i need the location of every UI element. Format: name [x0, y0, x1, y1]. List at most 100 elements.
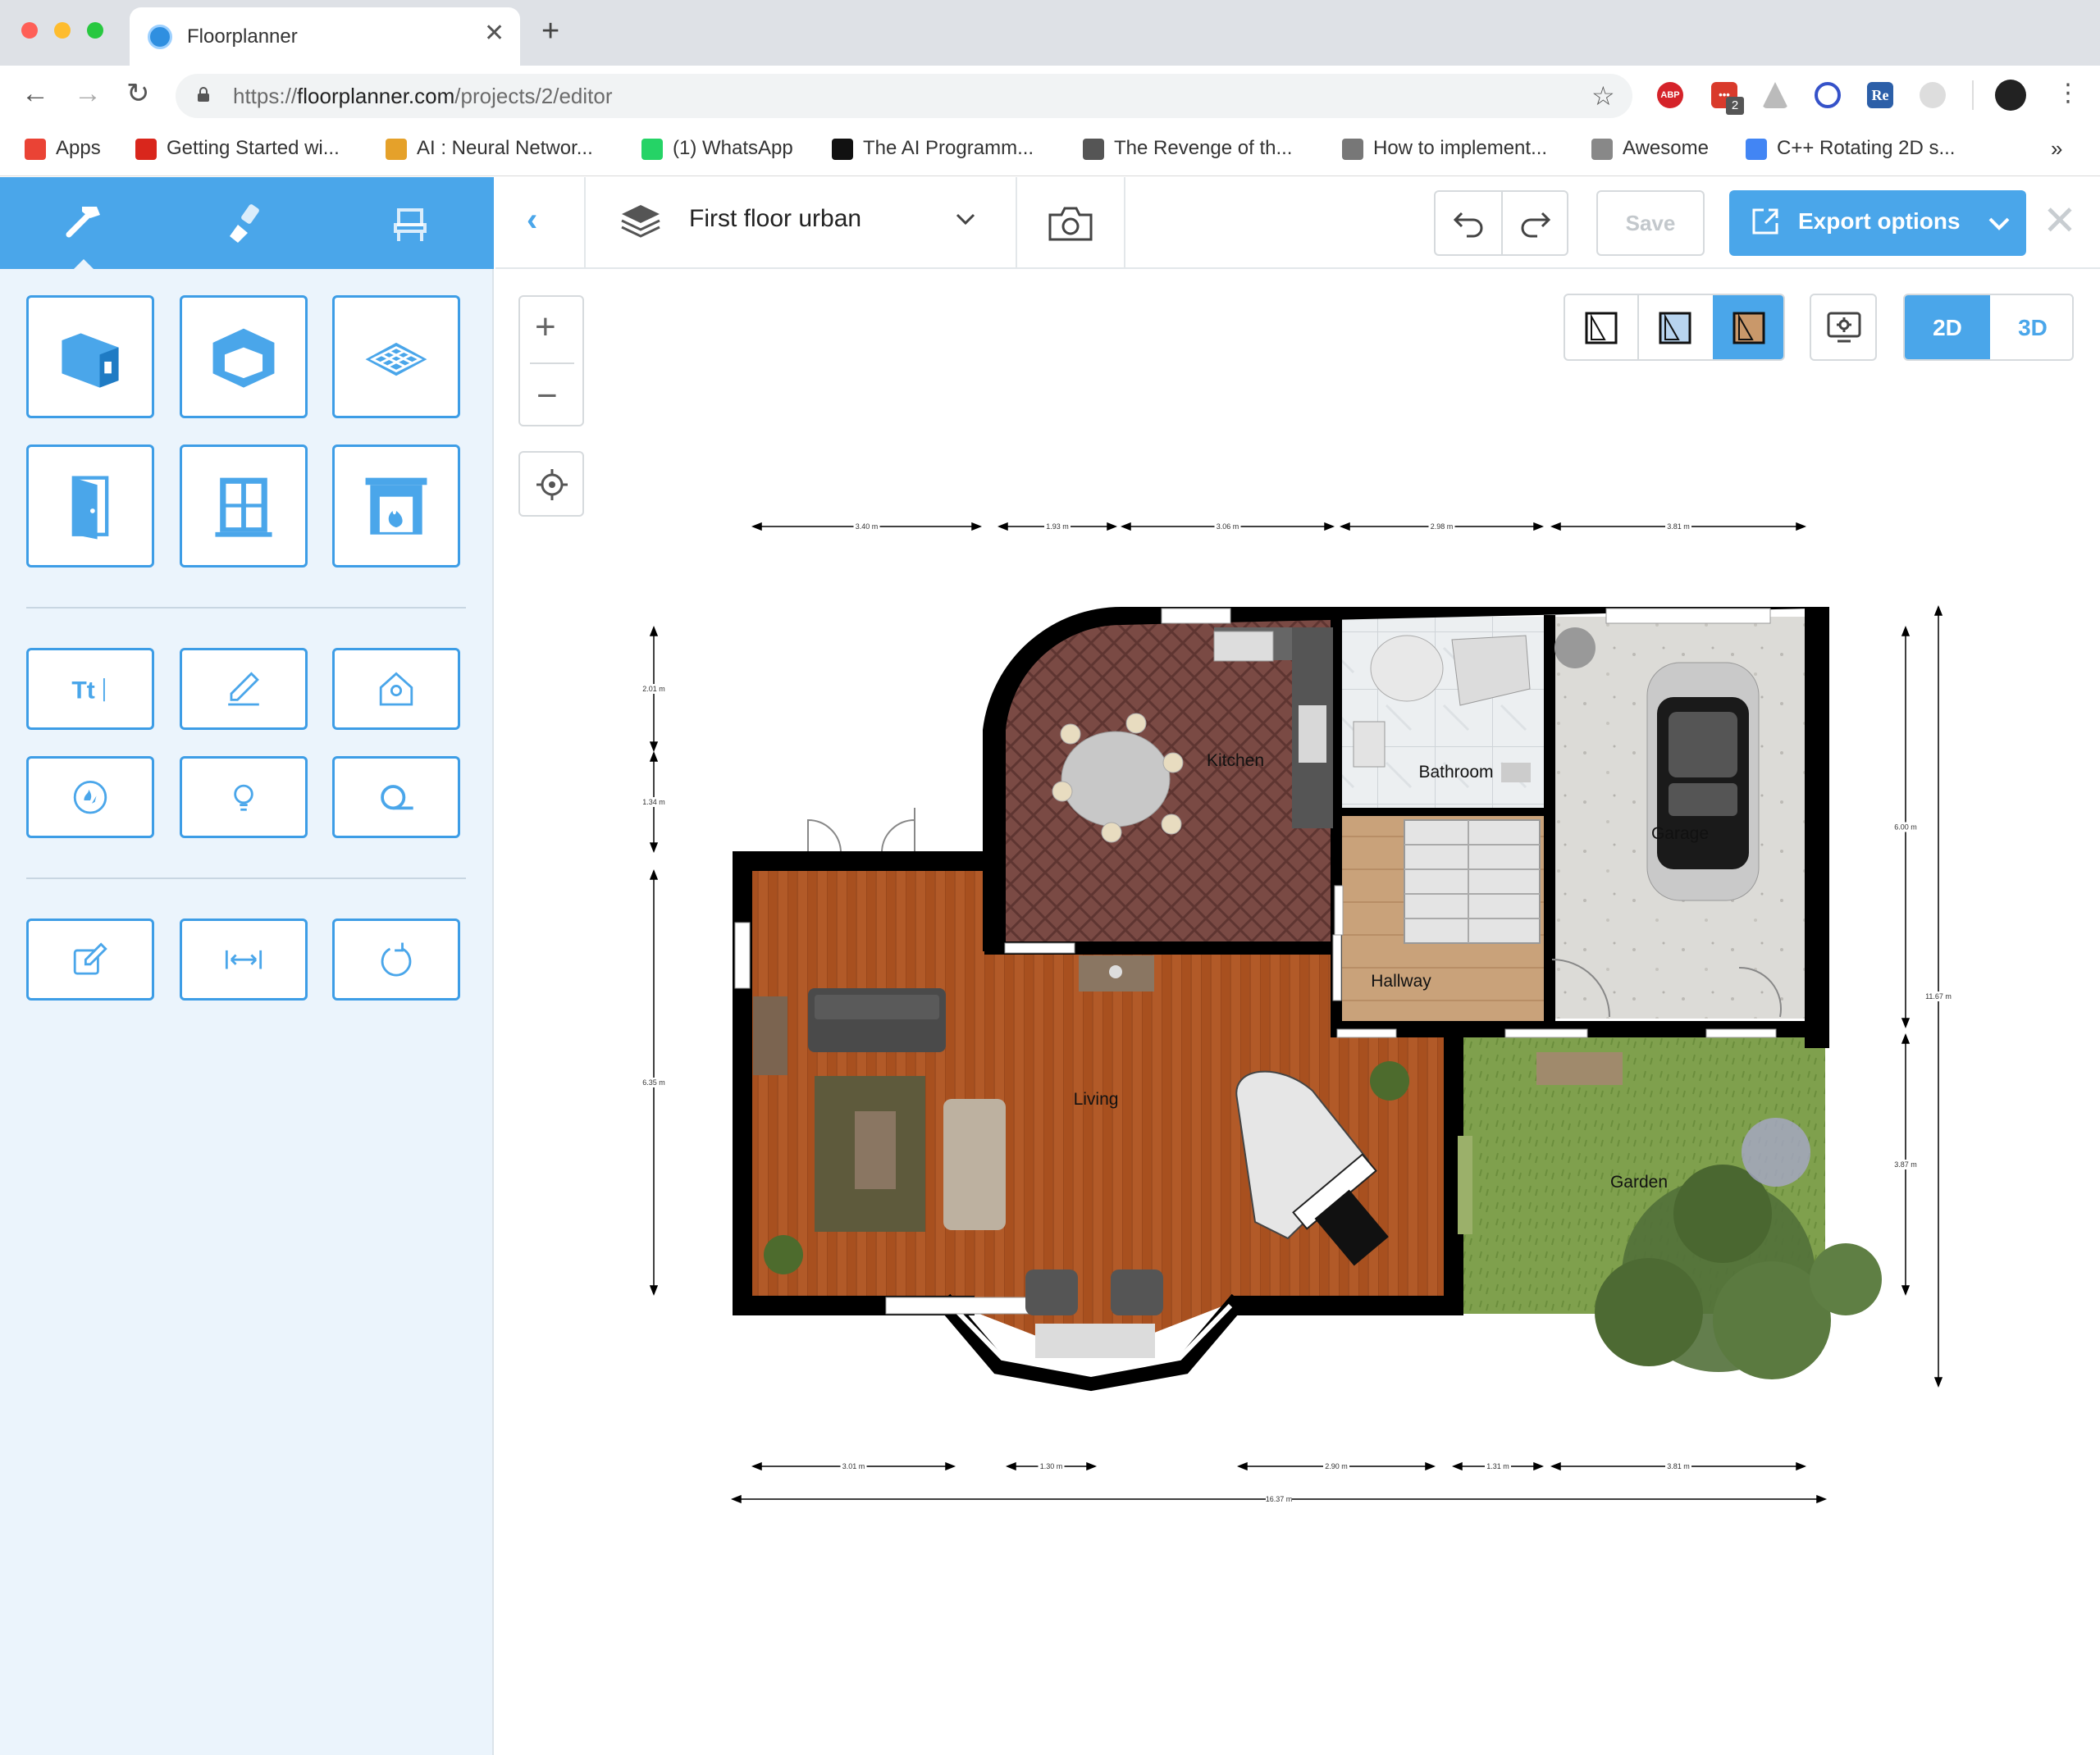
bookmark-item[interactable]: Getting Started wi... — [135, 134, 340, 163]
dimension-arrow — [1933, 604, 1943, 616]
room-label-bathroom[interactable]: Bathroom — [1418, 763, 1493, 782]
dimension-arrow — [649, 868, 659, 880]
fireplace-button[interactable] — [332, 444, 460, 568]
dimension-arrow — [1550, 1461, 1561, 1471]
dimension-arrow — [1236, 1461, 1248, 1471]
edit-tool-button[interactable] — [26, 919, 154, 1001]
light-bulb-icon — [234, 784, 253, 811]
more-bookmarks-icon[interactable]: » — [2051, 134, 2062, 163]
door-icon — [71, 476, 109, 540]
toolbar-divider — [1972, 80, 1974, 110]
tab-furnish[interactable] — [328, 177, 492, 269]
draw-tool-button[interactable] — [180, 648, 308, 730]
lighting-tool-button[interactable] — [180, 756, 308, 838]
bookmark-item[interactable]: Apps — [25, 134, 101, 163]
save-button[interactable]: Save — [1596, 190, 1705, 256]
camera-button[interactable] — [1047, 205, 1094, 247]
room-label-garage[interactable]: Garage — [1651, 824, 1709, 843]
close-tab-icon[interactable]: ✕ — [484, 19, 504, 48]
tab-construction[interactable] — [2, 177, 166, 269]
redo-button[interactable] — [1518, 205, 1554, 245]
floor-button[interactable] — [332, 295, 460, 418]
bookmark-item[interactable]: C++ Rotating 2D s... — [1746, 134, 1955, 163]
tab-decorate[interactable] — [164, 177, 328, 269]
chevron-down-icon[interactable] — [953, 207, 978, 231]
bicycle — [1458, 1136, 1472, 1234]
dimension-label: 1.30 m — [1040, 1462, 1063, 1470]
floor-selector[interactable] — [620, 203, 661, 244]
bench — [1035, 1324, 1155, 1358]
dimension-arrow — [1796, 1461, 1807, 1471]
readcube-extension-icon[interactable]: Re — [1867, 82, 1893, 108]
utility-tool-button[interactable] — [26, 756, 154, 838]
export-options-label: Export options — [1798, 208, 1961, 234]
bookmark-star-icon[interactable]: ☆ — [1591, 80, 1615, 112]
dimension-label: 6.35 m — [642, 1078, 665, 1087]
dimension-arrow — [1901, 1018, 1911, 1029]
sidebar-divider — [26, 878, 466, 879]
back-arrow-icon[interactable]: ← — [21, 77, 49, 110]
reload-icon[interactable]: ↻ — [126, 77, 150, 110]
label-tool-button[interactable] — [332, 648, 460, 730]
room-label-garden[interactable]: Garden — [1610, 1173, 1668, 1192]
bookmark-label: How to implement... — [1373, 137, 1548, 159]
active-tab-caret — [74, 259, 94, 269]
floor-plan-canvas[interactable]: Kitchen Bathroom Garage Hallway Living G… — [495, 271, 2100, 1755]
bookmark-item[interactable]: AI : Neural Networ... — [386, 134, 593, 163]
text-tool-button[interactable]: Tt — [26, 648, 154, 730]
bookmark-label: Getting Started wi... — [167, 137, 340, 159]
undo-button[interactable] — [1450, 205, 1486, 245]
rotate-tool-button[interactable] — [332, 919, 460, 1001]
redo-icon — [1521, 212, 1551, 238]
floor-name[interactable]: First floor urban — [689, 205, 861, 233]
minimize-window-button[interactable] — [54, 22, 71, 39]
export-options-button[interactable]: Export options — [1729, 190, 2026, 256]
profile-avatar[interactable] — [1995, 80, 2026, 111]
paint-brush-icon — [230, 204, 259, 243]
room-label-living[interactable]: Living — [1074, 1090, 1119, 1109]
new-tab-icon[interactable]: + — [541, 14, 559, 49]
block-extension-icon[interactable] — [1815, 82, 1841, 108]
dimension-arrow — [1120, 522, 1131, 531]
svg-text:Tt: Tt — [71, 677, 94, 704]
dimension-arrow — [971, 522, 983, 531]
dimension-label: 3.06 m — [1217, 522, 1239, 531]
browser-tab[interactable]: Floorplanner ✕ — [130, 7, 520, 66]
dimension-arrow — [1901, 625, 1911, 636]
dimension-arrow — [1901, 1032, 1911, 1044]
fireplace-icon — [365, 477, 427, 535]
bookmark-item[interactable]: The Revenge of th... — [1083, 134, 1292, 163]
bookmark-label: (1) WhatsApp — [673, 137, 793, 159]
misc-extension-icon[interactable] — [1920, 82, 1946, 108]
bookmark-favicon-icon — [135, 138, 157, 160]
chrome-menu-icon[interactable]: ⋮ — [2056, 77, 2080, 110]
stove — [1213, 631, 1274, 662]
dimension-arrow — [945, 1461, 956, 1471]
edit-icon — [73, 942, 107, 975]
window-button[interactable] — [180, 444, 308, 568]
chair — [1111, 1270, 1163, 1315]
export-icon — [1752, 208, 1778, 235]
draw-wall-button[interactable] — [26, 295, 154, 418]
dimension-tool-button[interactable] — [180, 919, 308, 1001]
maximize-window-button[interactable] — [87, 22, 103, 39]
adblock-extension-icon[interactable]: ABP — [1657, 82, 1683, 108]
dimension-label: 1.93 m — [1046, 522, 1069, 531]
close-window-button[interactable] — [21, 22, 38, 39]
bookmark-item[interactable]: Awesome — [1591, 134, 1709, 163]
close-editor-icon[interactable]: ✕ — [2043, 200, 2077, 241]
bookmark-item[interactable]: How to implement... — [1342, 134, 1547, 163]
room-label-hallway[interactable]: Hallway — [1371, 972, 1431, 991]
bookmark-item[interactable]: The AI Programm... — [832, 134, 1034, 163]
dimension-label: 6.00 m — [1894, 823, 1917, 832]
draw-room-button[interactable] — [180, 295, 308, 418]
forward-arrow-icon[interactable]: → — [74, 77, 102, 110]
bookmark-label: The Revenge of th... — [1114, 137, 1293, 159]
door-button[interactable] — [26, 444, 154, 568]
bookmark-item[interactable]: (1) WhatsApp — [641, 134, 793, 163]
address-bar[interactable]: https://floorplanner.com/projects/2/edit… — [176, 74, 1632, 118]
back-chevron-icon[interactable]: ‹ — [527, 202, 537, 239]
room-label-kitchen[interactable]: Kitchen — [1207, 751, 1264, 770]
measure-tool-button[interactable] — [332, 756, 460, 838]
bookmark-favicon-icon — [641, 138, 663, 160]
